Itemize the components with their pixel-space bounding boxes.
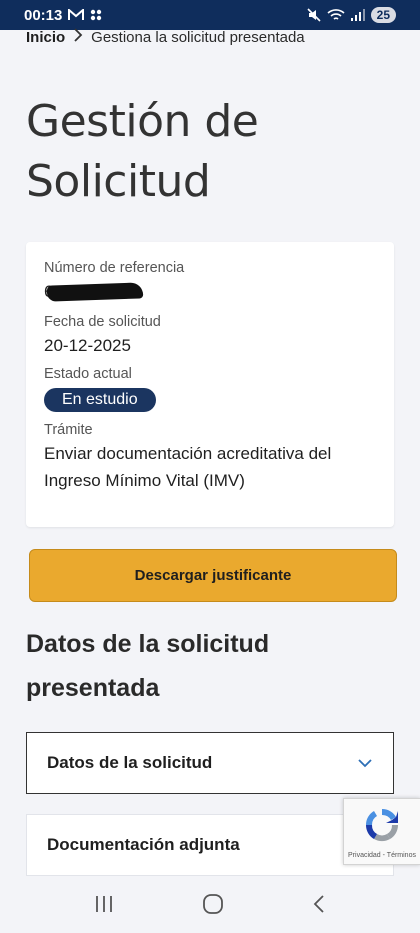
- download-receipt-button[interactable]: Descargar justificante: [29, 549, 397, 602]
- reference-value: 6: [44, 280, 376, 304]
- signal-icon: [350, 9, 365, 21]
- redaction-mark: [47, 282, 144, 302]
- procedure-label: Trámite: [44, 422, 93, 438]
- status-time: 00:13: [24, 6, 63, 24]
- back-icon[interactable]: [312, 894, 326, 919]
- breadcrumb-current: Gestiona la solicitud presentada: [91, 29, 305, 46]
- recent-apps-icon[interactable]: [94, 895, 114, 918]
- date-value: 20-12-2025: [44, 336, 131, 355]
- breadcrumb: Inicio Gestiona la solicitud presentada: [26, 28, 305, 47]
- recaptcha-text[interactable]: Privacidad - Términos: [348, 852, 416, 859]
- wifi-icon: [327, 8, 345, 22]
- date-field: Fecha de solicitud 20-12-2025: [44, 314, 376, 356]
- home-icon[interactable]: [202, 893, 224, 920]
- reference-label: Número de referencia: [44, 260, 185, 276]
- accordion-request-data[interactable]: Datos de la solicitud: [26, 732, 394, 794]
- gmail-icon: [68, 9, 85, 21]
- accordion-attached-documents[interactable]: Documentación adjunta: [26, 814, 394, 876]
- status-bar: 00:13 25: [0, 0, 420, 30]
- date-label: Fecha de solicitud: [44, 314, 161, 330]
- chevron-right-icon: [73, 28, 83, 47]
- chevron-down-icon: [357, 753, 373, 773]
- procedure-field: Trámite Enviar documentación acreditativ…: [44, 422, 376, 494]
- battery-level: 25: [370, 7, 396, 23]
- section-heading: Datos de la solicitud presentada: [26, 630, 270, 702]
- status-badge: En estudio: [44, 388, 156, 412]
- request-info-card: Número de referencia 6 Fecha de solicitu…: [26, 242, 394, 527]
- breadcrumb-home-link[interactable]: Inicio: [26, 29, 65, 46]
- status-field: Estado actual En estudio: [44, 366, 376, 412]
- system-nav-bar: [0, 880, 420, 933]
- reference-field: Número de referencia 6: [44, 260, 376, 304]
- accordion-label: Documentación adjunta: [47, 835, 240, 854]
- apps-grid-icon: [90, 9, 102, 21]
- mute-icon: [307, 8, 321, 22]
- accordion-label: Datos de la solicitud: [47, 753, 213, 772]
- recaptcha-badge[interactable]: Privacidad - Términos: [343, 798, 420, 865]
- page-title: Gestión de Solicitud: [26, 96, 259, 207]
- procedure-value: Enviar documentación acreditativa del In…: [44, 444, 332, 490]
- recaptcha-icon: [362, 805, 402, 850]
- status-label: Estado actual: [44, 366, 132, 382]
